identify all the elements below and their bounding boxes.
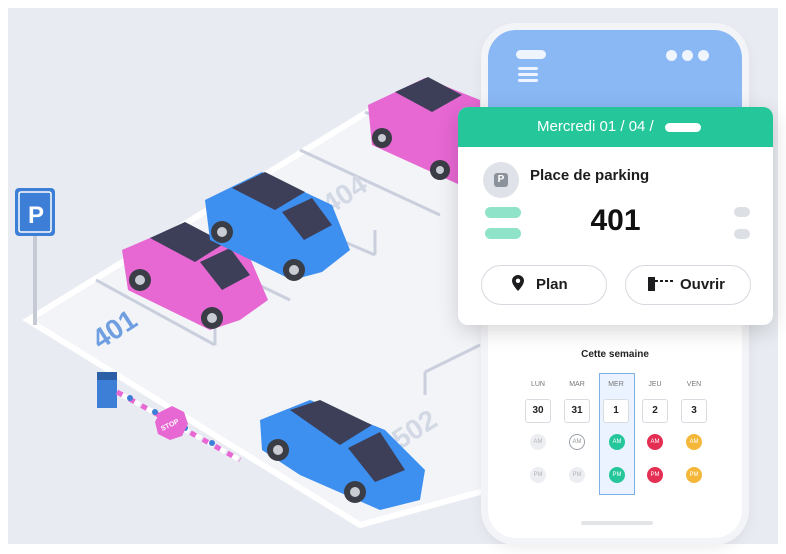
- am-slot-mar[interactable]: AM: [569, 434, 585, 450]
- am-slot-lun: AM: [530, 434, 546, 450]
- am-slot-ven[interactable]: AM: [686, 434, 702, 450]
- pm-slot-ven[interactable]: PM: [686, 467, 702, 483]
- phone-header: [488, 30, 742, 108]
- day-name-jeu: JEU: [648, 381, 662, 388]
- place-title: Place de parking: [530, 167, 650, 184]
- week-title: Cette semaine: [581, 349, 649, 360]
- day-name-mer: MER: [608, 381, 624, 388]
- pm-slot-jeu[interactable]: PM: [647, 467, 663, 483]
- day-date-3[interactable]: 3: [681, 399, 707, 423]
- day-date-30[interactable]: 30: [525, 399, 551, 423]
- svg-text:P: P: [28, 202, 44, 229]
- booking-card: Mercredi 01 / 04 / P Place de parking 40…: [458, 107, 773, 325]
- card-date-text: Mercredi 01 / 04 /: [537, 118, 654, 135]
- status-dot-icon: [698, 50, 709, 61]
- am-slot-mer[interactable]: AM: [609, 434, 625, 450]
- day-date-31[interactable]: 31: [564, 399, 590, 423]
- pm-slot-mar: PM: [569, 467, 585, 483]
- barrier-gate-icon: [648, 277, 674, 295]
- year-placeholder-pill: [665, 123, 701, 132]
- open-button-label: Ouvrir: [680, 276, 726, 293]
- status-dot-icon: [682, 50, 693, 61]
- card-header: Mercredi 01 / 04 /: [458, 107, 773, 147]
- plan-button-label: Plan: [536, 276, 568, 293]
- home-indicator: [581, 521, 653, 525]
- place-number: 401: [590, 204, 641, 237]
- pm-slot-lun: PM: [530, 467, 546, 483]
- header-placeholder-pill: [516, 50, 546, 59]
- day-name-ven: VEN: [686, 381, 702, 388]
- pm-slot-mer[interactable]: PM: [609, 467, 625, 483]
- day-name-lun: LUN: [530, 381, 545, 388]
- location-pin-icon: [512, 275, 524, 295]
- parking-icon: P: [483, 162, 519, 198]
- day-name-mar: MAR: [569, 381, 585, 388]
- day-date-2[interactable]: 2: [642, 399, 668, 423]
- plan-button[interactable]: Plan: [481, 265, 607, 305]
- am-slot-jeu[interactable]: AM: [647, 434, 663, 450]
- status-dot-icon: [666, 50, 677, 61]
- day-date-1[interactable]: 1: [603, 399, 629, 423]
- open-button[interactable]: Ouvrir: [625, 265, 751, 305]
